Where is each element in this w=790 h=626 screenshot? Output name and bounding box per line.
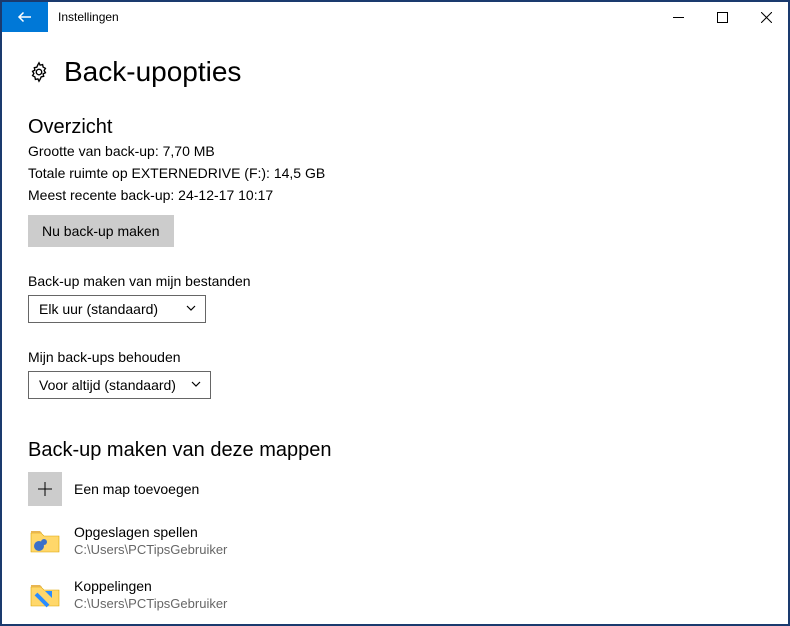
folder-name: Opgeslagen spellen (74, 524, 227, 542)
folder-icon (28, 524, 62, 558)
backup-now-button[interactable]: Nu back-up maken (28, 215, 174, 247)
backup-frequency-dropdown[interactable]: Elk uur (standaard) (28, 295, 206, 323)
chevron-down-icon (185, 301, 197, 317)
folder-text: Opgeslagen spellen C:\Users\PCTipsGebrui… (74, 524, 227, 558)
maximize-button[interactable] (700, 2, 744, 32)
retention-value: Voor altijd (standaard) (39, 377, 176, 393)
backup-frequency-value: Elk uur (standaard) (39, 301, 158, 317)
folder-name: Koppelingen (74, 578, 227, 596)
minimize-button[interactable] (656, 2, 700, 32)
chevron-down-icon (190, 377, 202, 393)
folder-icon (28, 578, 62, 612)
content-area: Overzicht Grootte van back-up: 7,70 MB T… (2, 98, 788, 612)
backup-size-line: Grootte van back-up: 7,70 MB (28, 143, 762, 159)
window-title: Instellingen (48, 2, 656, 32)
title-bar: Instellingen (2, 2, 788, 32)
folder-path: C:\Users\PCTipsGebruiker (74, 542, 227, 558)
maximize-icon (717, 12, 728, 23)
folder-item[interactable]: Opgeslagen spellen C:\Users\PCTipsGebrui… (28, 524, 762, 558)
total-space-line: Totale ruimte op EXTERNEDRIVE (F:): 14,5… (28, 165, 762, 181)
folder-text: Koppelingen C:\Users\PCTipsGebruiker (74, 578, 227, 612)
add-folder-label: Een map toevoegen (74, 481, 199, 497)
last-backup-line: Meest recente back-up: 24-12-17 10:17 (28, 187, 762, 203)
gear-icon (28, 61, 50, 83)
page-header: Back-upopties (2, 32, 788, 98)
back-button[interactable] (2, 2, 48, 32)
overview-heading: Overzicht (28, 116, 762, 139)
window-controls (656, 2, 788, 32)
close-button[interactable] (744, 2, 788, 32)
folder-item[interactable]: Koppelingen C:\Users\PCTipsGebruiker (28, 578, 762, 612)
retention-dropdown[interactable]: Voor altijd (standaard) (28, 371, 211, 399)
folders-heading: Back-up maken van deze mappen (28, 439, 762, 462)
minimize-icon (673, 12, 684, 23)
page-title: Back-upopties (64, 56, 241, 88)
close-icon (761, 12, 772, 23)
add-folder-button[interactable]: Een map toevoegen (28, 472, 762, 506)
plus-icon (28, 472, 62, 506)
retention-label: Mijn back-ups behouden (28, 349, 762, 365)
folder-path: C:\Users\PCTipsGebruiker (74, 596, 227, 612)
backup-frequency-label: Back-up maken van mijn bestanden (28, 273, 762, 289)
back-arrow-icon (16, 8, 34, 26)
